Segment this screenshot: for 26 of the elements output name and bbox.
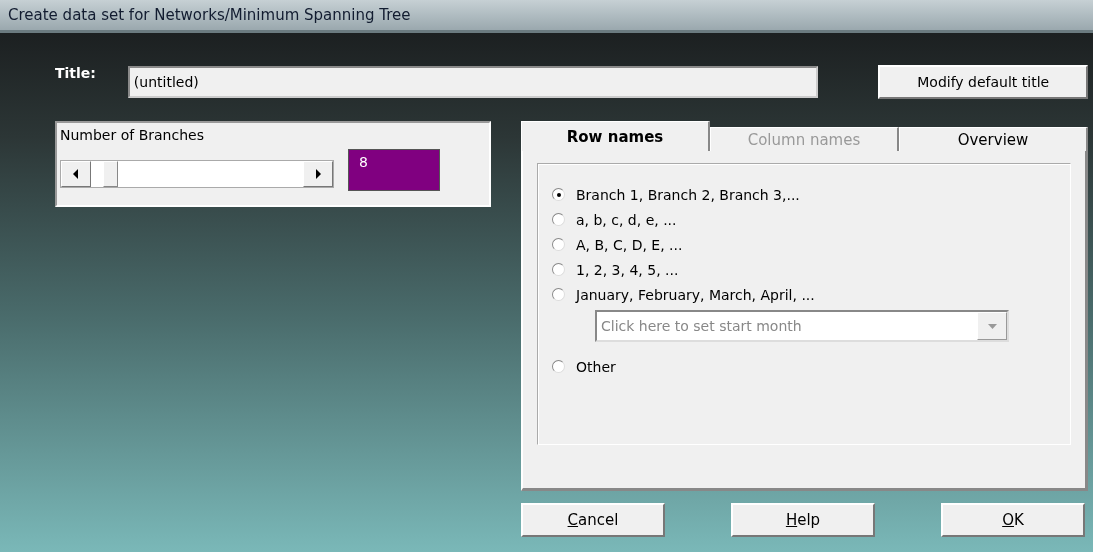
modify-title-button[interactable]: Modify default title	[878, 65, 1088, 99]
option-label[interactable]: 1, 2, 3, 4, 5, ...	[576, 261, 679, 278]
branches-label: Number of Branches	[60, 127, 204, 143]
window-title: Create data set for Networks/Minimum Spanning Tree	[8, 6, 411, 24]
title-label: Title:	[54, 65, 97, 81]
option-label[interactable]: a, b, c, d, e, ...	[576, 211, 677, 228]
title-field[interactable]: (untitled)	[127, 66, 819, 98]
radio-button[interactable]	[552, 238, 565, 251]
option-label[interactable]: January, February, March, April, ...	[576, 286, 815, 303]
radio-button[interactable]	[552, 263, 565, 276]
option-label[interactable]: Other	[576, 358, 616, 375]
dialog-button[interactable]: OK	[941, 503, 1085, 537]
scroll-thumb[interactable]	[103, 161, 118, 187]
radio-button[interactable]	[552, 288, 565, 301]
month-dropdown[interactable]: Click here to set start month	[595, 310, 1009, 342]
radio-button[interactable]	[552, 213, 565, 226]
tab[interactable]: Row names	[521, 121, 710, 151]
radio-button[interactable]	[552, 188, 565, 201]
tab[interactable]: Overview	[899, 127, 1088, 151]
radio-button[interactable]	[552, 360, 565, 373]
option-label[interactable]: Branch 1, Branch 2, Branch 3,...	[576, 186, 800, 203]
dialog-button[interactable]: Help	[731, 503, 875, 537]
option-label[interactable]: A, B, C, D, E, ...	[576, 236, 683, 253]
dialog-button[interactable]: Cancel	[521, 503, 665, 537]
branches-scrollbar[interactable]	[60, 160, 334, 188]
branch-count: 8	[348, 149, 440, 191]
